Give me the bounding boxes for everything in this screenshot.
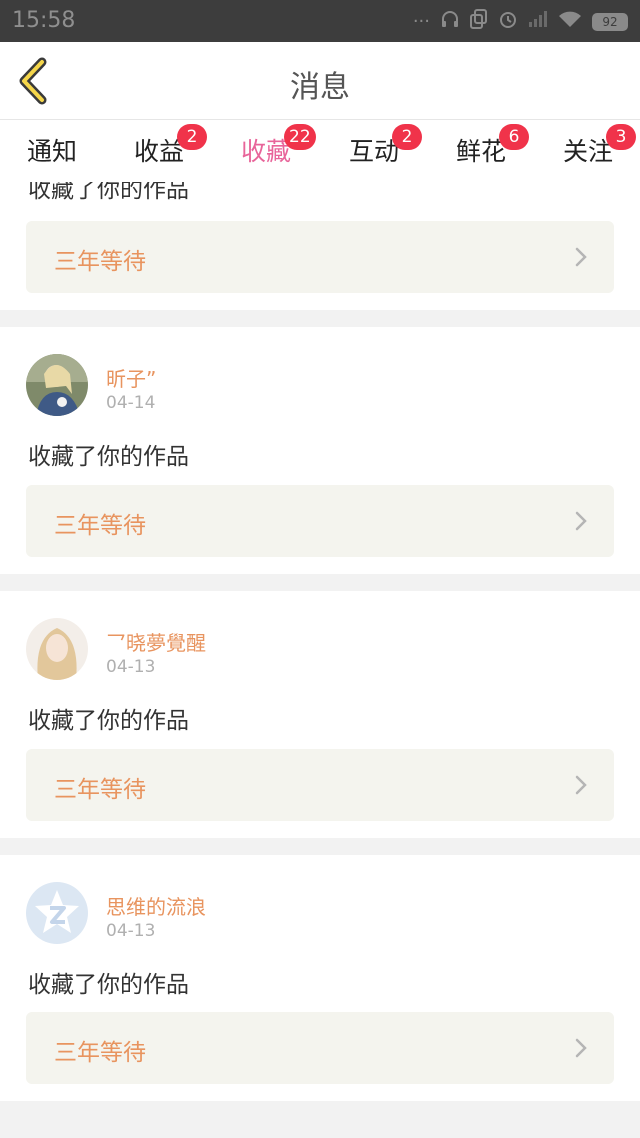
chevron-right-icon [575,775,587,795]
post-date: 04-13 [106,657,156,677]
default-avatar-icon [26,882,88,944]
tab-interactions[interactable]: 互动 2 [320,124,428,168]
avatar[interactable] [26,618,88,680]
more-dots-icon: ··· [412,11,430,32]
feed-item: 昕子” 04-14 收藏了你的作品 三年等待 [0,327,640,574]
work-title: 三年等待 [54,249,146,275]
status-time: 15:58 [12,8,76,33]
tab-favorites[interactable]: 收藏 22 [212,124,320,186]
signal-icon [528,10,548,33]
username-link[interactable]: 昕子” [106,363,156,392]
alarm-icon [498,9,518,34]
tab-following[interactable]: 关注 3 [534,124,640,168]
tab-earnings[interactable]: 收益 2 [105,124,213,168]
avatar[interactable] [26,882,88,944]
work-link[interactable]: 三年等待 [26,221,614,293]
post-date: 04-14 [106,393,156,413]
post-date: 04-13 [106,921,156,941]
avatar[interactable] [26,354,88,416]
action-text: 收藏了你的作品 [28,444,189,470]
wifi-icon [558,10,582,33]
tab-badge: 2 [177,124,207,150]
tab-badge: 6 [499,124,529,150]
tab-badge: 22 [284,124,316,150]
tab-notifications[interactable]: 通知 [0,132,106,168]
status-bar: 15:58 ··· 92 [0,0,640,42]
battery-icon: 92 [592,12,628,31]
status-icons: ··· 92 [413,9,628,34]
headset-icon [440,9,460,34]
copy-icon [470,9,488,34]
tab-badge: 3 [606,124,636,150]
tab-label: 互动 [348,137,399,166]
chevron-right-icon [575,247,587,267]
tab-label: 收益 [133,137,184,166]
username-link[interactable]: 思维的流浪 [106,891,206,920]
tab-label: 鲜花 [455,137,506,166]
chevron-right-icon [575,511,587,531]
work-title: 三年等待 [54,1040,146,1066]
work-title: 三年等待 [54,513,146,539]
action-text: 收藏了你的作品 [28,708,189,734]
work-link[interactable]: 三年等待 [26,749,614,821]
tab-bar: 通知 收益 2 收藏 22 互动 2 鲜花 6 关注 3 [0,120,640,186]
tab-badge: 2 [392,124,422,150]
feed-item: 思维的流浪 04-13 收藏了你的作品 三年等待 [0,855,640,1101]
tab-label: 收藏 [240,137,291,166]
tab-label: 关注 [562,137,613,166]
work-link[interactable]: 三年等待 [26,1012,614,1084]
feed-item: 乛晓夢覺醒 04-13 收藏了你的作品 三年等待 [0,591,640,838]
clipped-text-wrap: 收藏了你的作品 [0,182,640,200]
action-text: 收藏了你的作品 [28,972,189,998]
tab-flowers[interactable]: 鲜花 6 [427,124,535,168]
work-title: 三年等待 [54,777,146,803]
action-text: 收藏了你的作品 [28,182,189,200]
page-title: 消息 [290,70,350,105]
chevron-right-icon [575,1038,587,1058]
username-link[interactable]: 乛晓夢覺醒 [106,627,206,656]
feed-item: 收藏了你的作品 三年等待 [0,182,640,310]
app-header: 消息 [0,42,640,120]
work-link[interactable]: 三年等待 [26,485,614,557]
tab-label: 通知 [26,137,77,166]
